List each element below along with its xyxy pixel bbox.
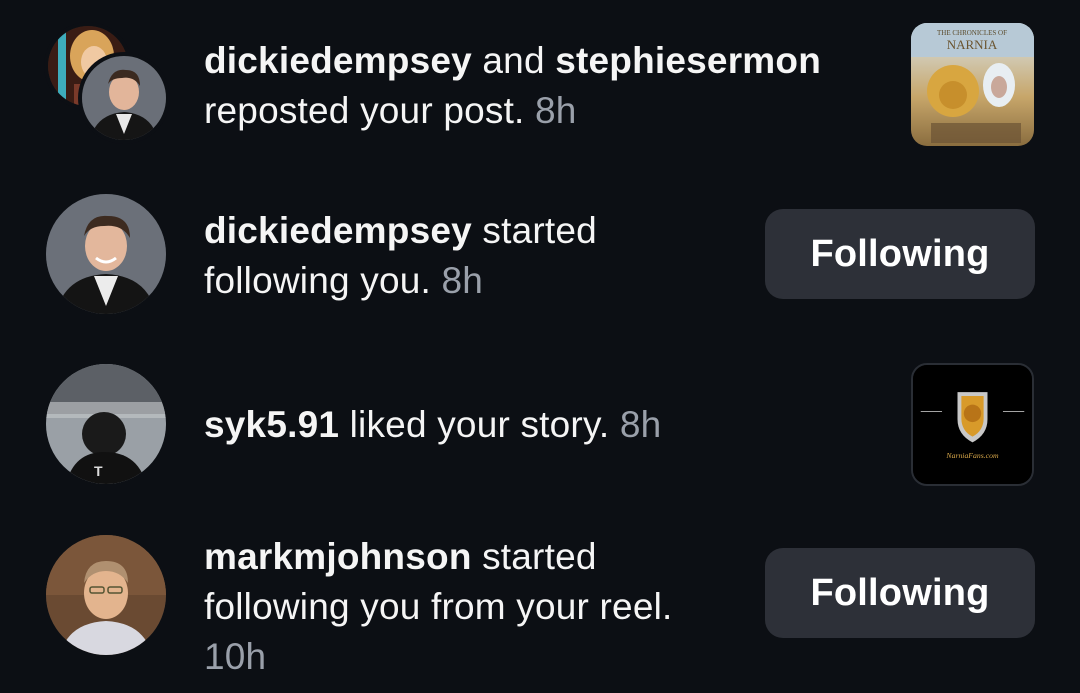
svg-text:THE CHRONICLES OF: THE CHRONICLES OF <box>937 29 1007 37</box>
avatar-image <box>82 56 166 140</box>
notification-like[interactable]: T syk5.91 liked your story. 8h NarniaFan… <box>0 340 1080 510</box>
narnia-poster-image: THE CHRONICLES OF NARNIA <box>911 23 1034 146</box>
story-thumbnail[interactable]: NarniaFans.com <box>911 363 1034 486</box>
notification-repost[interactable]: dickiedempsey and stephiesermon reposted… <box>0 0 1080 170</box>
timestamp: 8h <box>535 90 577 131</box>
username-link[interactable]: dickiedempsey <box>204 210 472 251</box>
action-text: following you. <box>204 260 431 301</box>
avatar-image <box>46 535 166 655</box>
notification-follow[interactable]: dickiedempsey started following you. 8h … <box>0 170 1080 340</box>
action-text: liked your story. <box>339 404 610 445</box>
username-link[interactable]: stephiesermon <box>555 40 821 81</box>
connector-text: and <box>471 40 556 81</box>
notification-text: markmjohnson started following you from … <box>204 532 673 682</box>
following-button[interactable]: Following <box>765 209 1035 299</box>
avatar-markmjohnson[interactable] <box>46 535 166 655</box>
notification-text: dickiedempsey started following you. 8h <box>204 206 597 306</box>
avatar-dickiedempsey-small[interactable] <box>78 52 170 144</box>
avatar-dickiedempsey[interactable] <box>46 194 166 314</box>
following-button[interactable]: Following <box>765 548 1035 638</box>
lion-shield-logo: NarniaFans.com <box>913 365 1032 484</box>
timestamp: 8h <box>441 260 484 301</box>
username-link[interactable]: syk5.91 <box>204 404 339 445</box>
action-text: following you from your reel. <box>204 586 673 627</box>
action-text: reposted your post. <box>204 90 525 131</box>
username-link[interactable]: dickiedempsey <box>204 40 472 81</box>
notification-text: dickiedempsey and stephiesermon reposted… <box>204 36 821 136</box>
notification-text: syk5.91 liked your story. 8h <box>204 400 661 450</box>
username-link[interactable]: markmjohnson <box>204 536 472 577</box>
post-thumbnail[interactable]: THE CHRONICLES OF NARNIA <box>911 23 1034 146</box>
action-text: started <box>471 210 597 251</box>
notification-follow[interactable]: markmjohnson started following you from … <box>0 510 1080 693</box>
avatar-image: T <box>46 364 166 484</box>
timestamp: 10h <box>204 636 267 677</box>
avatar-image <box>46 194 166 314</box>
svg-text:T: T <box>94 463 103 479</box>
poster-title-text: NARNIA <box>947 37 998 52</box>
timestamp: 8h <box>619 404 662 445</box>
avatar-syk591[interactable]: T <box>46 364 166 484</box>
logo-text: NarniaFans.com <box>945 451 999 460</box>
action-text: started <box>471 536 597 577</box>
